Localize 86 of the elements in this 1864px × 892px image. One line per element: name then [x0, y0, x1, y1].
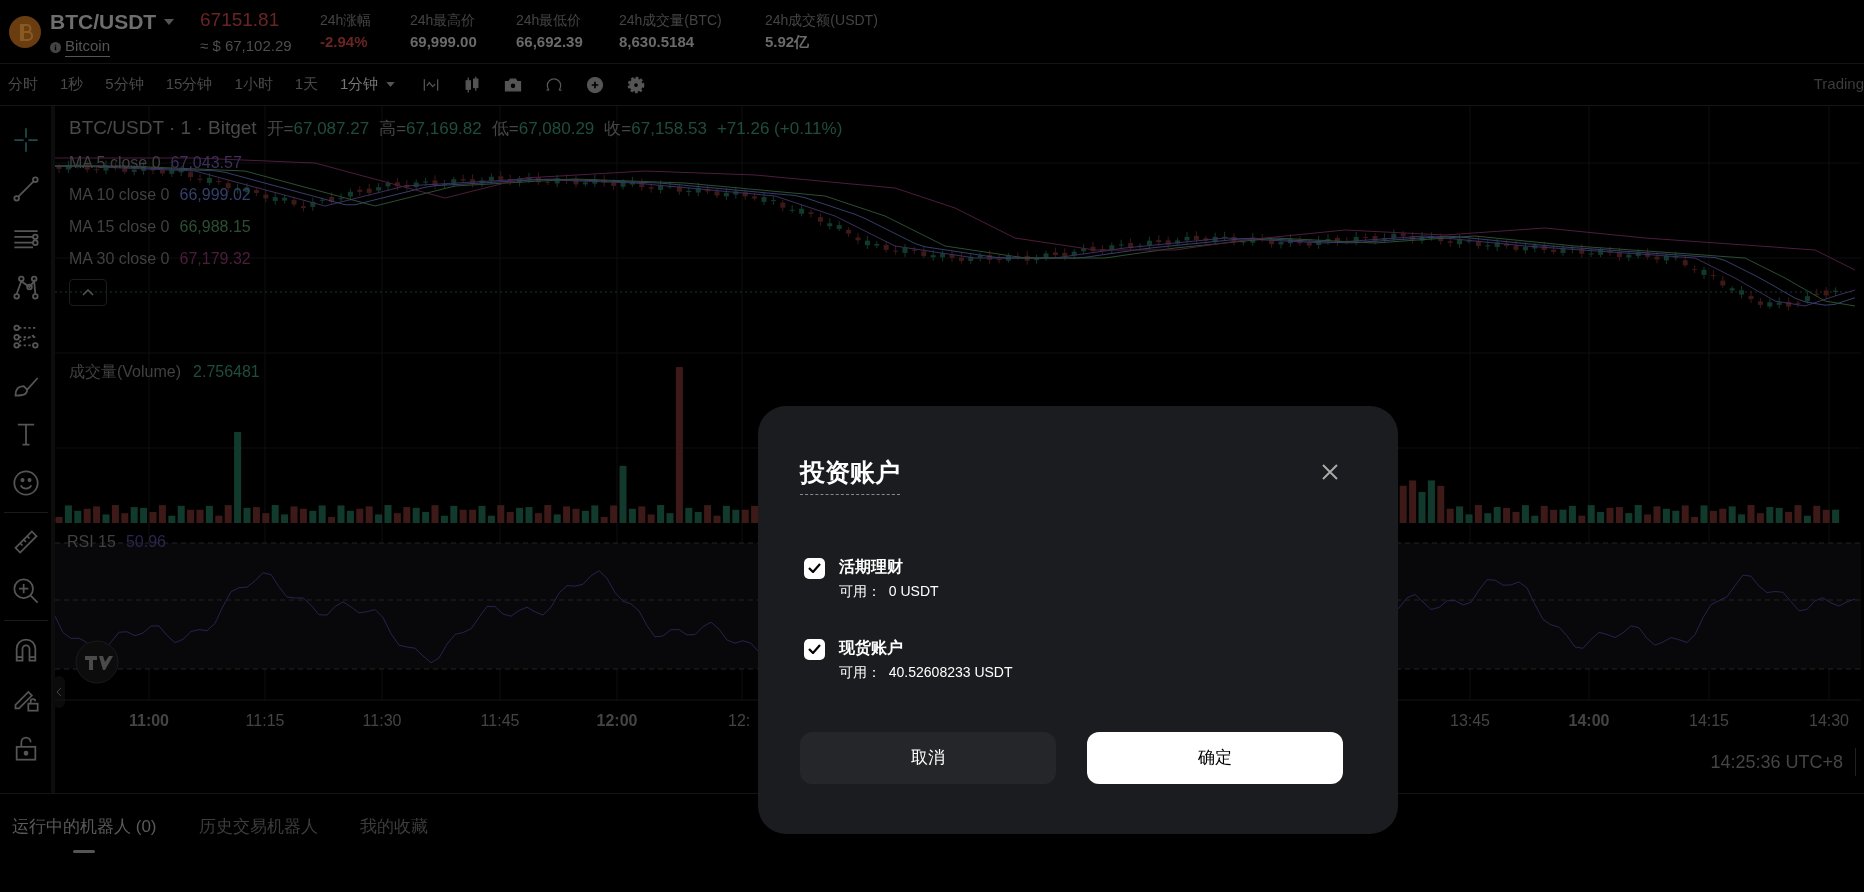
bottom-tab[interactable]: 历史交易机器人 [198, 814, 318, 853]
ma-value: 67,179.32 [179, 249, 251, 269]
interval-tab[interactable]: 1秒 [60, 73, 84, 96]
ohlc-label: 高= [379, 118, 407, 140]
bottom-tab[interactable]: 我的收藏 [359, 814, 428, 853]
time-axis-label: 14:30 [1809, 711, 1849, 731]
interval-tab[interactable]: 1小时 [234, 73, 273, 96]
account-available: 可用： 0 USDT [839, 581, 939, 601]
stat-label: 24h成交额(USDT) [765, 10, 879, 30]
crosshair-icon[interactable] [11, 126, 40, 154]
check-icon [808, 563, 821, 573]
symbol-title: BTC/USDT [50, 8, 157, 35]
chart-title: BTC/USDT · 1 · Bitget [69, 116, 257, 140]
brand-link[interactable]: Trading [1813, 73, 1864, 96]
price-change: +71.26 (+0.11%) [716, 118, 843, 140]
time-axis-label: 11:45 [480, 711, 520, 731]
ma-label: MA 10 close 0 [69, 185, 170, 205]
pattern-icon[interactable] [11, 273, 40, 301]
ma-label: MA 30 close 0 [69, 249, 170, 269]
interval-tab[interactable]: 1天 [294, 73, 319, 96]
time-axis-label: 14:00 [1568, 711, 1610, 731]
time-axis-label: 11:00 [129, 711, 169, 731]
account-available: 可用： 40.52608233 USDT [839, 662, 1013, 682]
ohlc-value: 67,080.29 [518, 118, 595, 140]
chevron-up-icon [82, 289, 94, 296]
volume-label: 成交量(Volume) [69, 362, 182, 382]
interval-tab[interactable]: 15分钟 [165, 73, 213, 96]
checkbox[interactable] [804, 638, 825, 660]
stat-label: 24h最低价 [516, 10, 583, 30]
ohlc-value: 67,087.27 [293, 118, 370, 140]
close-icon [1322, 464, 1338, 480]
interval-tab[interactable]: 分时 [8, 73, 38, 96]
stat-label: 24h涨幅 [320, 10, 373, 30]
dialog-title: 投资账户 [800, 454, 900, 495]
time-axis-label: 13:45 [1450, 711, 1490, 731]
checkbox[interactable] [804, 557, 825, 579]
time-axis-label: 11:15 [245, 711, 285, 731]
caret-icon [386, 82, 396, 87]
account-name: 活期理财 [839, 556, 904, 577]
ohlc-value: 67,158.53 [631, 118, 707, 140]
collapse-legend-button[interactable] [69, 279, 107, 306]
ohlc-label: 开= [266, 118, 294, 140]
rsi-value: 50.96 [125, 532, 166, 552]
stat-label: 24h成交量(BTC) [619, 10, 723, 30]
bitcoin-logo-icon [8, 14, 42, 49]
check-icon [808, 644, 821, 654]
time-axis-label: 14:15 [1689, 711, 1729, 731]
bottom-tab[interactable]: 运行中的机器人 (0) [12, 814, 157, 853]
settings-icon[interactable] [626, 74, 647, 95]
ma-value: 67,043.57 [170, 153, 242, 173]
stat-label: 24h最高价 [410, 10, 477, 30]
smiley-icon[interactable] [11, 469, 40, 497]
cancel-button[interactable]: 取消 [800, 732, 1056, 784]
last-price: 67151.81 [200, 8, 281, 32]
time-axis-label: 11:30 [362, 711, 402, 731]
clock-label: 14:25:36 UTC+8 [1710, 750, 1843, 774]
interval-tab[interactable]: 5分钟 [105, 73, 144, 96]
trend-line-icon[interactable] [11, 175, 40, 203]
caret-icon[interactable] [164, 18, 175, 25]
time-axis-label: 12:00 [596, 711, 638, 731]
stat-value: 8,630.5184 [619, 31, 696, 52]
stat-value: -2.94% [320, 31, 369, 52]
ohlc-value: 67,169.82 [406, 118, 482, 140]
fibonacci-icon[interactable] [11, 322, 40, 350]
collapse-tab[interactable] [53, 676, 65, 708]
info-icon [50, 41, 61, 53]
plus-circle-icon[interactable] [585, 74, 606, 95]
usd-price: ≈ $ 67,102.29 [200, 35, 293, 56]
confirm-button[interactable]: 确定 [1087, 732, 1343, 784]
ma-value: 66,988.15 [179, 217, 251, 237]
rsi-label: RSI 15 [67, 532, 116, 552]
stat-value: 69,999.00 [410, 31, 478, 52]
ma-value: 66,999.02 [179, 185, 251, 205]
volume-value: 2.756481 [193, 362, 260, 382]
stat-value: 66,692.39 [516, 31, 584, 52]
ma-label: MA 15 close 0 [69, 217, 170, 237]
close-button[interactable] [1322, 464, 1338, 480]
chevron-left-icon [56, 687, 62, 697]
ohlc-label: 收= [604, 118, 632, 140]
time-axis-label: 12: [728, 711, 751, 731]
ohlc-label: 低= [491, 118, 519, 140]
interval-tab[interactable]: 1分钟 [340, 73, 396, 96]
stat-value: 5.92亿 [765, 31, 811, 52]
zoom-in-icon[interactable] [11, 577, 40, 605]
account-name: 现货账户 [839, 637, 904, 659]
coin-name-link[interactable]: Bitcoin [65, 37, 111, 58]
